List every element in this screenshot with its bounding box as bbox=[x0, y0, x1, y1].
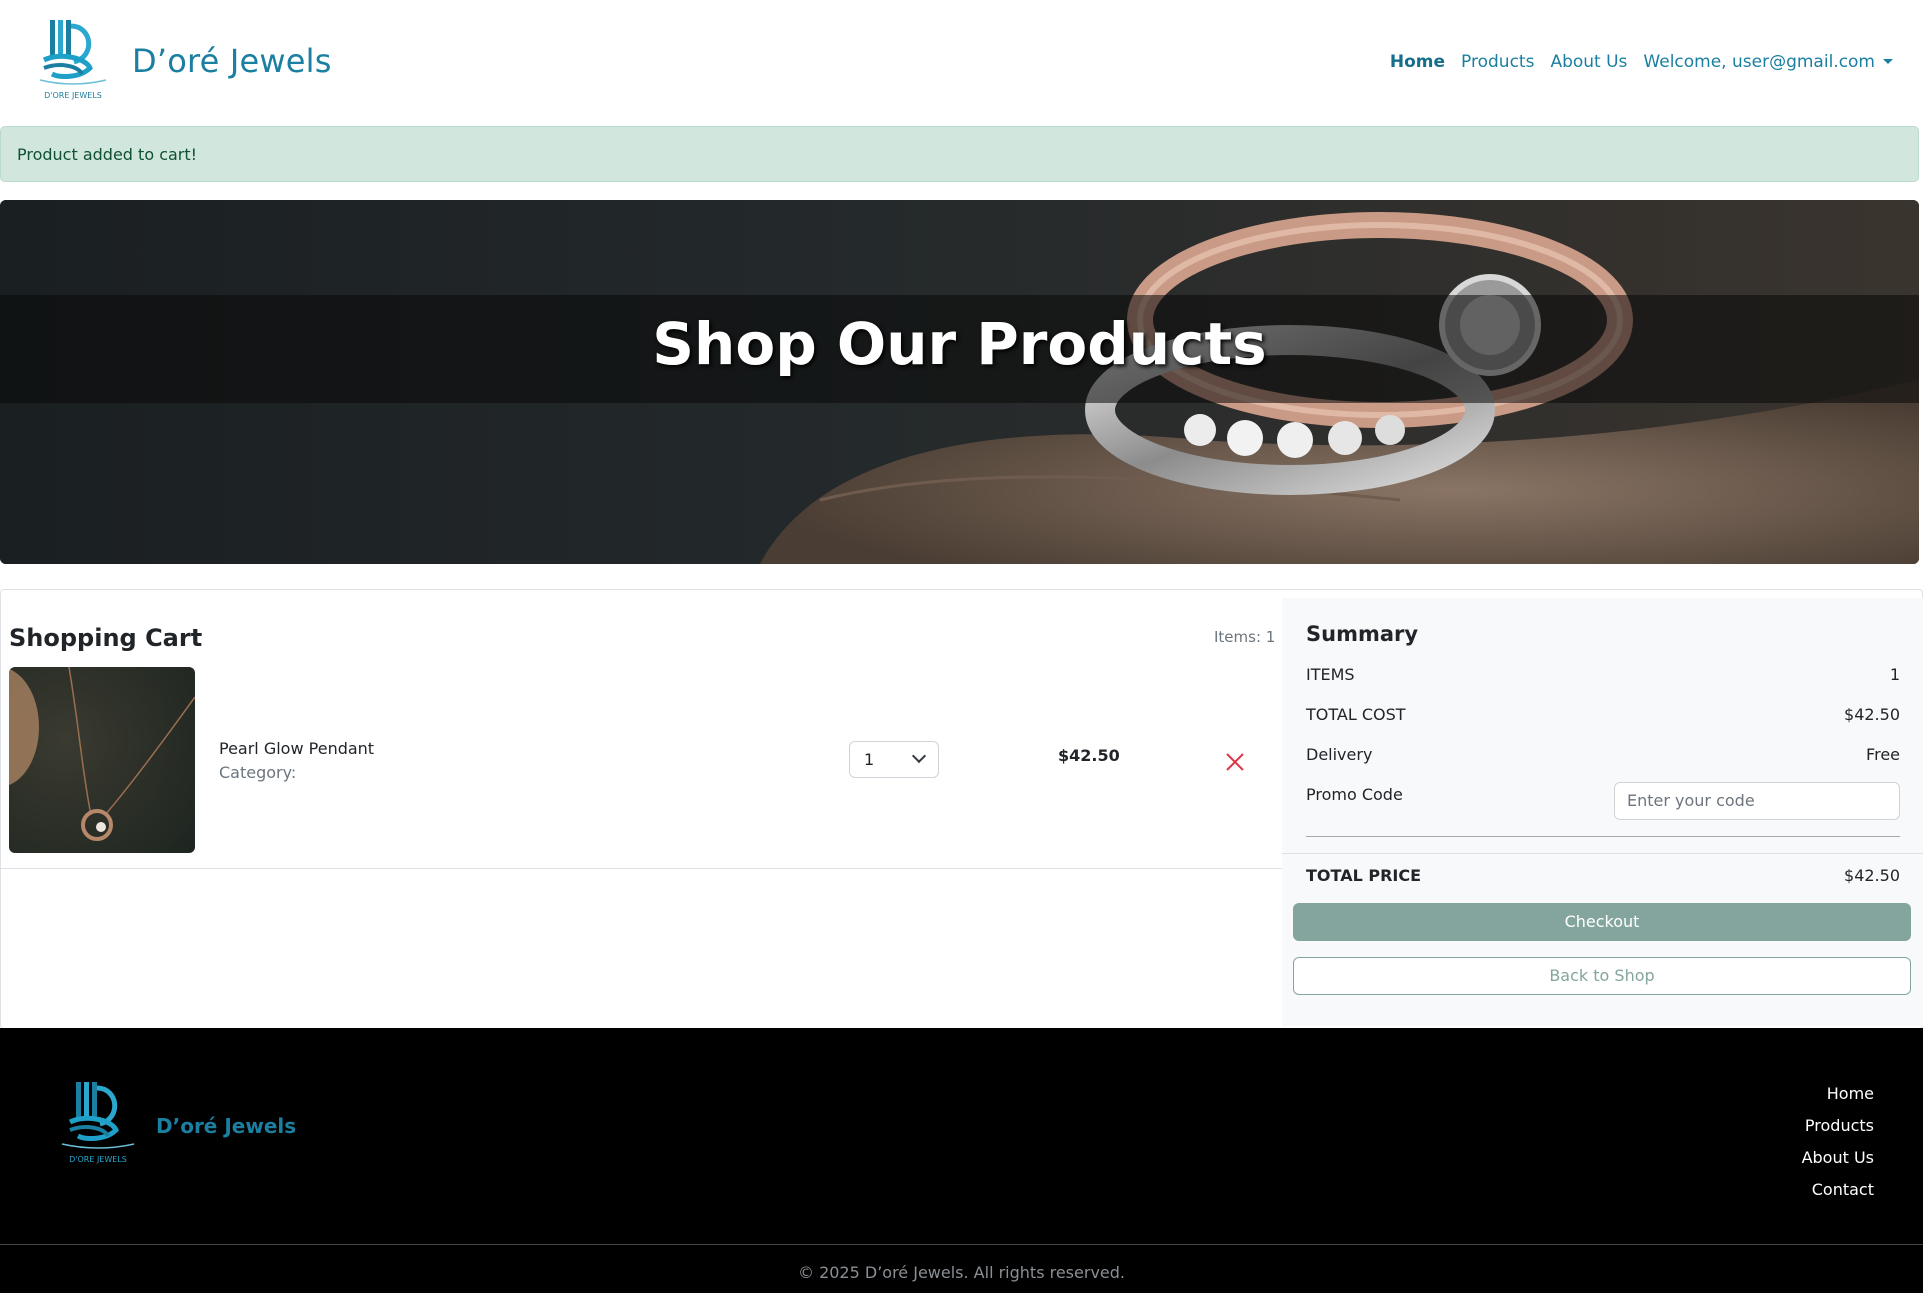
chevron-down-icon bbox=[911, 748, 927, 764]
summary-items-value: 1 bbox=[1889, 665, 1900, 684]
back-to-shop-button[interactable]: Back to Shop bbox=[1293, 957, 1911, 995]
summary-divider bbox=[1306, 836, 1900, 837]
footer-logo[interactable]: D'ORE JEWELS bbox=[52, 1078, 144, 1174]
summary-title: Summary bbox=[1306, 622, 1419, 646]
summary-items-label: ITEMS bbox=[1306, 665, 1355, 684]
cart-title: Shopping Cart bbox=[9, 624, 203, 652]
summary-delivery-row: Delivery Free bbox=[1306, 745, 1900, 764]
nav-products[interactable]: Products bbox=[1461, 52, 1534, 72]
delivery-value: Free bbox=[1866, 745, 1900, 764]
quantity-select[interactable]: 1 bbox=[849, 741, 939, 778]
total-price-label: TOTAL PRICE bbox=[1306, 866, 1422, 885]
footer bbox=[0, 1028, 1923, 1293]
footer-links: Home Products About Us Contact bbox=[1802, 1078, 1874, 1206]
cart-items-count: Items: 1 bbox=[1214, 628, 1276, 646]
user-menu[interactable]: Welcome, user@gmail.com bbox=[1643, 52, 1893, 72]
chevron-down-icon bbox=[1883, 59, 1893, 64]
summary-total-price-row: TOTAL PRICE $42.50 bbox=[1306, 866, 1900, 885]
hero-title: Shop Our Products bbox=[652, 310, 1267, 378]
total-cost-value: $42.50 bbox=[1844, 705, 1900, 724]
logo-text: D'ORE JEWELS bbox=[44, 91, 102, 100]
product-name[interactable]: Pearl Glow Pendant bbox=[219, 739, 374, 758]
product-price: $42.50 bbox=[1058, 746, 1120, 765]
navbar: D'ORE JEWELS D’oré Jewels Home Products … bbox=[0, 0, 1923, 126]
nav-home[interactable]: Home bbox=[1390, 52, 1445, 72]
copyright: © 2025 D’oré Jewels. All rights reserved… bbox=[797, 1263, 1125, 1282]
remove-icon[interactable] bbox=[1225, 752, 1245, 772]
summary-total-cost-row: TOTAL COST $42.50 bbox=[1306, 705, 1900, 724]
total-price-value: $42.50 bbox=[1844, 866, 1900, 885]
footer-link-about[interactable]: About Us bbox=[1802, 1142, 1874, 1174]
success-alert: Product added to cart! bbox=[0, 126, 1919, 182]
footer-link-home[interactable]: Home bbox=[1802, 1078, 1874, 1110]
hero-banner: Shop Our Products bbox=[0, 200, 1919, 564]
promo-code-input[interactable]: Enter your code bbox=[1614, 782, 1900, 820]
checkout-button[interactable]: Checkout bbox=[1293, 903, 1911, 941]
total-cost-label: TOTAL COST bbox=[1306, 705, 1406, 724]
summary-divider-2 bbox=[1282, 853, 1923, 854]
product-category: Category: bbox=[219, 763, 297, 782]
delivery-label: Delivery bbox=[1306, 745, 1373, 764]
footer-brand[interactable]: D’oré Jewels bbox=[156, 1114, 296, 1138]
product-image bbox=[9, 667, 195, 853]
footer-logo-text: D'ORE JEWELS bbox=[69, 1155, 127, 1164]
footer-divider bbox=[0, 1244, 1923, 1245]
brand-logo[interactable]: D'ORE JEWELS bbox=[30, 18, 116, 110]
promo-label: Promo Code bbox=[1306, 785, 1403, 804]
footer-link-contact[interactable]: Contact bbox=[1802, 1174, 1874, 1206]
brand-name[interactable]: D’oré Jewels bbox=[132, 42, 332, 80]
summary-items-row: ITEMS 1 bbox=[1306, 665, 1900, 684]
cart-row-divider bbox=[0, 868, 1282, 869]
main-nav: Home Products About Us Welcome, user@gma… bbox=[1390, 52, 1893, 72]
user-menu-label: Welcome, user@gmail.com bbox=[1643, 52, 1875, 72]
nav-about[interactable]: About Us bbox=[1550, 52, 1627, 72]
quantity-value: 1 bbox=[864, 750, 875, 769]
footer-link-products[interactable]: Products bbox=[1802, 1110, 1874, 1142]
